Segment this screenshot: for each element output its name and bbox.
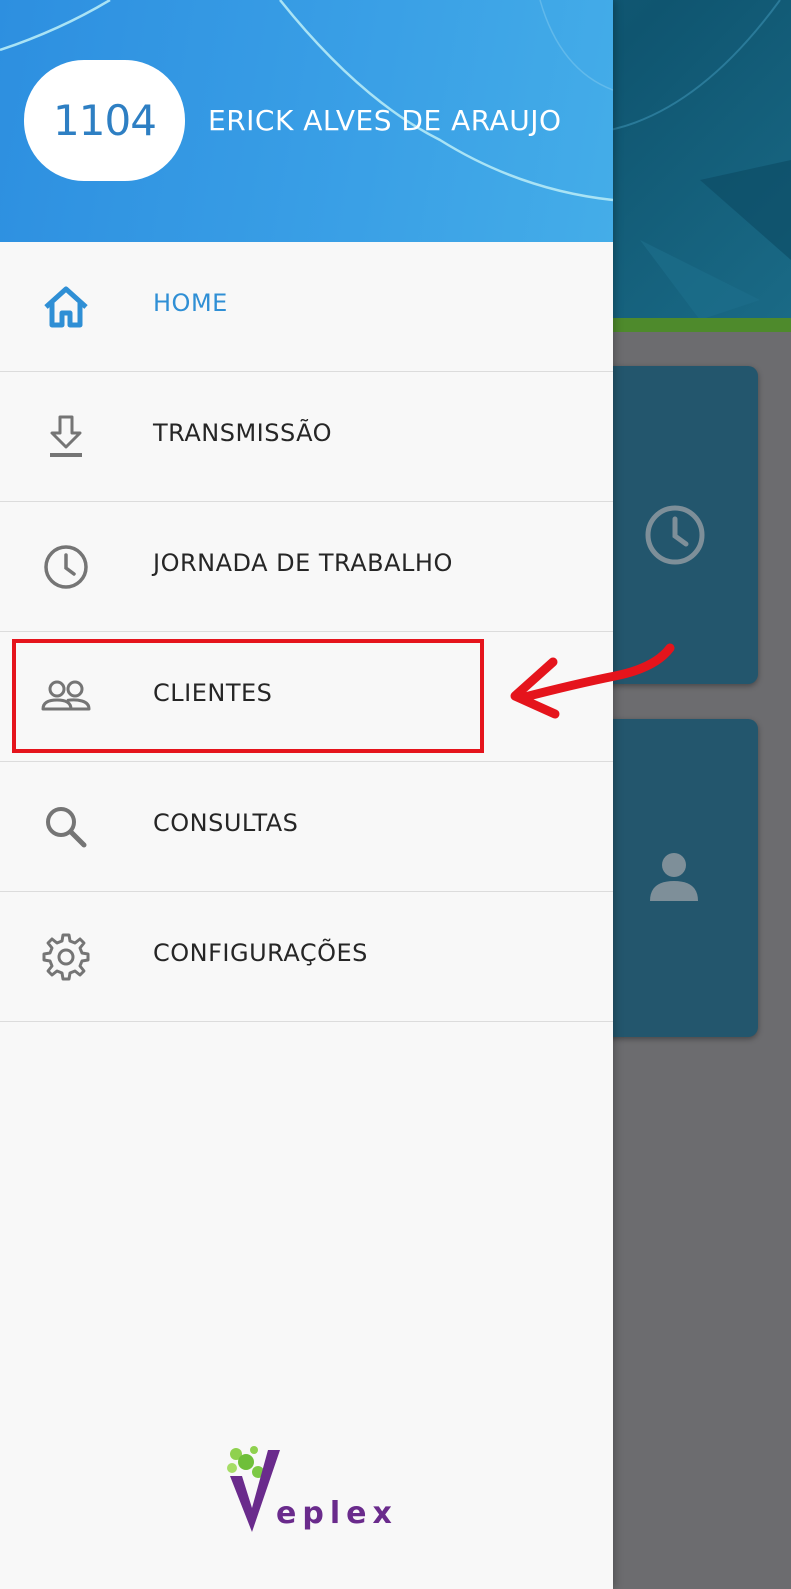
gear-icon xyxy=(42,933,90,981)
menu-item-label: CONFIGURAÇÕES xyxy=(153,939,368,967)
menu-item-label: CONSULTAS xyxy=(153,809,299,837)
search-icon xyxy=(46,807,87,848)
user-code-badge: 1104 xyxy=(24,60,185,181)
menu-item-transmissao[interactable]: TRANSMISSÃO xyxy=(0,372,613,502)
menu-item-consultas[interactable]: CONSULTAS xyxy=(0,762,613,892)
menu-item-label: JORNADA DE TRABALHO xyxy=(153,549,453,577)
clock-icon xyxy=(645,505,705,565)
menu-item-label: TRANSMISSÃO xyxy=(153,419,333,447)
menu-item-label: HOME xyxy=(153,289,228,317)
highlight-box-annotation xyxy=(12,639,484,753)
menu-item-home[interactable]: HOME xyxy=(0,242,613,372)
download-icon xyxy=(50,415,82,457)
clock-icon xyxy=(44,545,88,589)
user-name: ERICK ALVES DE ARAUJO xyxy=(208,104,562,137)
menu-item-configuracoes[interactable]: CONFIGURAÇÕES xyxy=(0,892,613,1022)
navigation-drawer: 1104 ERICK ALVES DE ARAUJO HOME TRANSMIS… xyxy=(0,0,613,1589)
drawer-header: 1104 ERICK ALVES DE ARAUJO xyxy=(0,0,613,242)
home-icon xyxy=(44,286,88,328)
veplex-wordmark: eplex xyxy=(276,1496,398,1531)
person-icon xyxy=(650,853,698,901)
arrow-annotation-icon xyxy=(510,643,675,719)
menu-item-jornada-de-trabalho[interactable]: JORNADA DE TRABALHO xyxy=(0,502,613,632)
user-code: 1104 xyxy=(53,96,157,145)
